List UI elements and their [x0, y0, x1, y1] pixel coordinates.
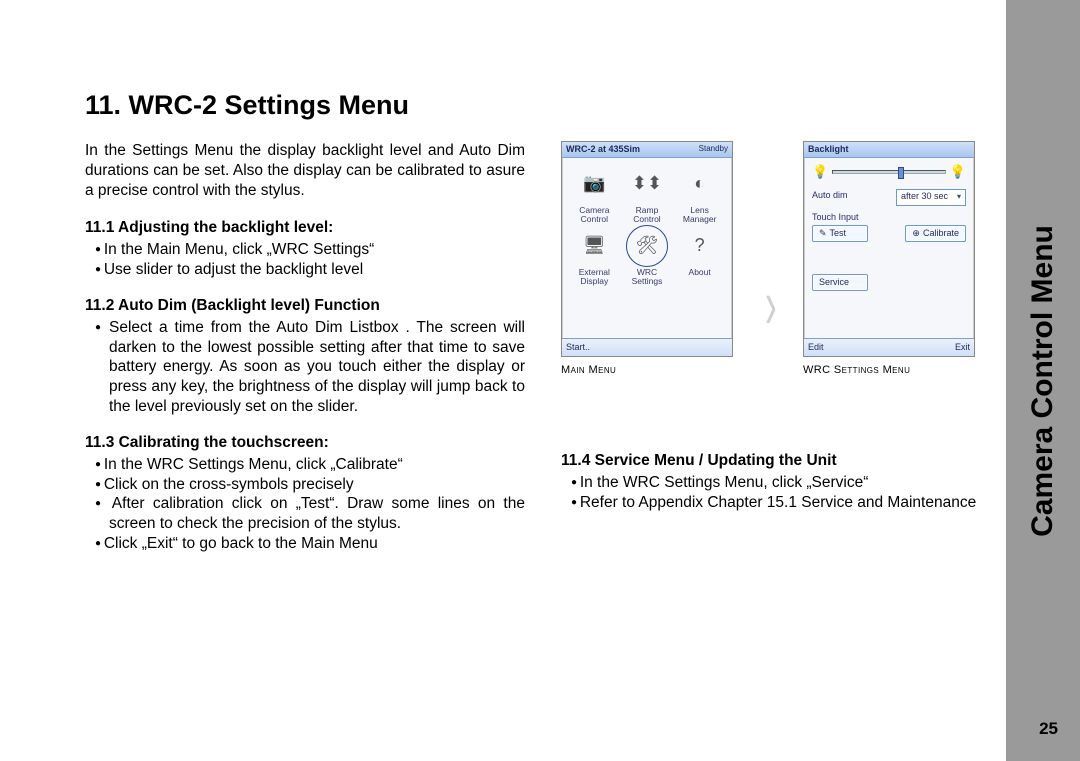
figure-row: WRC-2 at 435Sim Standby 📷 CameraControl … — [561, 141, 981, 377]
figure-caption-settings: WRC Settings Menu — [803, 363, 910, 377]
test-icon: ✎ — [819, 228, 827, 240]
bulb-bright-icon: 💡 — [950, 164, 966, 181]
figure-caption-main: Main Menu — [561, 363, 616, 377]
subhead-11-1: 11.1 Adjusting the backlight level: — [85, 218, 525, 238]
page-content: 11. WRC-2 Settings Menu In the Settings … — [85, 90, 985, 554]
figure-wrc-settings: Backlight 💡 💡 Auto dim — [803, 141, 975, 357]
bullet: Click on the cross-symbols precisely — [95, 475, 525, 495]
footbar-start[interactable]: Start.. — [566, 342, 590, 354]
icon-about[interactable]: ? About — [676, 226, 724, 286]
icon-label: ExternalDisplay — [570, 268, 618, 285]
bullet: Click „Exit“ to go back to the Main Menu — [95, 534, 525, 554]
bulb-dim-icon: 💡 — [812, 164, 828, 181]
icon-label: LensManager — [676, 206, 724, 223]
icon-camera-control[interactable]: 📷 CameraControl — [570, 164, 618, 224]
figure-main-menu: WRC-2 at 435Sim Standby 📷 CameraControl … — [561, 141, 733, 357]
page-title: 11. WRC-2 Settings Menu — [85, 90, 985, 121]
sidebar-tab: Camera Control Menu — [1006, 0, 1080, 761]
screen-titlebar-left: WRC-2 at 435Sim — [566, 144, 640, 156]
label-auto-dim: Auto dim — [812, 190, 848, 202]
bullet: After calibration click on „Test“. Draw … — [95, 494, 525, 534]
label-touch-input: Touch Input — [812, 212, 966, 224]
lens-icon: ◐ — [680, 164, 720, 204]
autodim-value: after 30 sec — [901, 191, 948, 203]
service-button[interactable]: Service — [812, 274, 868, 291]
chevron-down-icon: ▾ — [957, 192, 961, 202]
subhead-11-2: 11.2 Auto Dim (Backlight level) Function — [85, 296, 525, 316]
bullet: In the WRC Settings Menu, click „Service… — [571, 473, 981, 493]
bullet: Use slider to adjust the backlight level — [95, 260, 525, 280]
ramp-icon: ⬍⬍ — [627, 164, 667, 204]
settings-icon: 🛠 — [627, 226, 667, 266]
bullet: In the Main Menu, click „WRC Settings“ — [95, 240, 525, 260]
screen-titlebar-right: Standby — [699, 144, 728, 154]
bullet: In the WRC Settings Menu, click „Calibra… — [95, 455, 525, 475]
page-number: 25 — [1039, 719, 1058, 739]
icon-wrc-settings[interactable]: 🛠 WRCSettings — [623, 226, 671, 286]
figure-arrow: › — [759, 193, 777, 325]
chevron-right-icon: › — [765, 283, 773, 325]
subhead-11-3: 11.3 Calibrating the touchscreen: — [85, 433, 525, 453]
autodim-dropdown[interactable]: after 30 sec ▾ — [896, 189, 966, 206]
icon-label: About — [676, 268, 724, 277]
subhead-11-4: 11.4 Service Menu / Updating the Unit — [561, 451, 981, 471]
about-icon: ? — [680, 226, 720, 266]
screen-titlebar-left: Backlight — [808, 144, 849, 156]
icon-label: WRCSettings — [623, 268, 671, 285]
bullet: Select a time from the Auto Dim Listbox … — [95, 318, 525, 417]
test-button[interactable]: ✎Test — [812, 225, 868, 242]
backlight-slider[interactable] — [832, 170, 946, 174]
display-icon: 🖥 — [574, 226, 614, 266]
icon-label: CameraControl — [570, 206, 618, 223]
footbar-edit[interactable]: Edit — [808, 342, 824, 354]
calibrate-icon: ⊕ — [912, 228, 920, 240]
sidebar-label: Camera Control Menu — [1026, 225, 1060, 537]
camera-icon: 📷 — [574, 164, 614, 204]
icon-lens-manager[interactable]: ◐ LensManager — [676, 164, 724, 224]
intro-paragraph: In the Settings Menu the display backlig… — [85, 141, 525, 200]
bullet: Refer to Appendix Chapter 15.1 Service a… — [571, 493, 981, 513]
icon-external-display[interactable]: 🖥 ExternalDisplay — [570, 226, 618, 286]
icon-ramp-control[interactable]: ⬍⬍ RampControl — [623, 164, 671, 224]
icon-label: RampControl — [623, 206, 671, 223]
calibrate-button[interactable]: ⊕Calibrate — [905, 225, 966, 242]
footbar-exit[interactable]: Exit — [955, 342, 970, 354]
